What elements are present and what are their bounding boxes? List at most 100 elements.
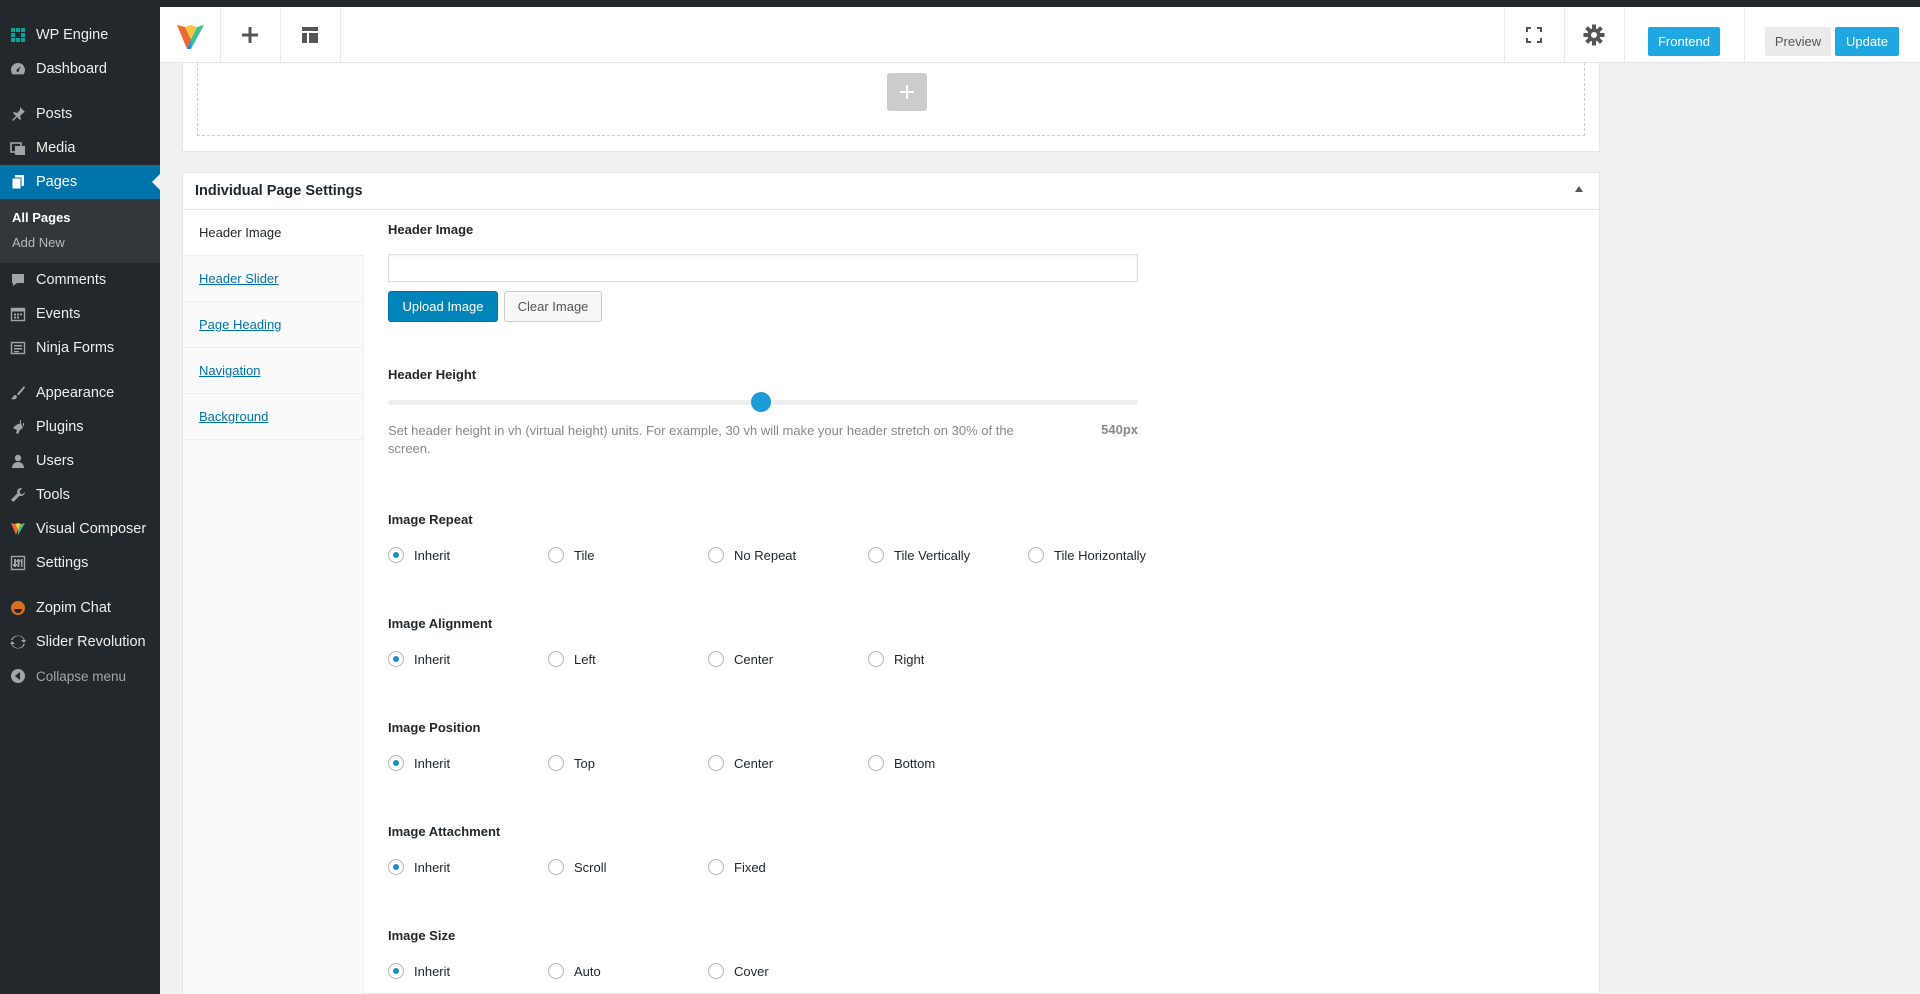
zopim-icon xyxy=(9,599,27,617)
fullscreen-button[interactable] xyxy=(1504,7,1564,63)
image-repeat-radio-tile-vertically[interactable]: Tile Vertically xyxy=(868,547,970,563)
radio-circle[interactable] xyxy=(708,859,724,875)
radio-label: Left xyxy=(574,651,596,667)
upload-image-button[interactable]: Upload Image xyxy=(388,291,498,322)
image-position-radio-center[interactable]: Center xyxy=(708,755,773,771)
comment-icon xyxy=(9,271,27,289)
header-height-hint: Set header height in vh (virtual height)… xyxy=(388,423,1014,456)
sidebar-item-label: Media xyxy=(36,140,76,156)
dashboard-icon xyxy=(9,60,27,78)
radio-circle[interactable] xyxy=(1028,547,1044,563)
radio-circle[interactable] xyxy=(708,963,724,979)
radio-circle[interactable] xyxy=(548,547,564,563)
image-position-radio-bottom[interactable]: Bottom xyxy=(868,755,935,771)
collapse-menu-button[interactable]: Collapse menu xyxy=(0,659,160,693)
image-alignment-radio-inherit[interactable]: Inherit xyxy=(388,651,450,667)
image-alignment-radio-right[interactable]: Right xyxy=(868,651,924,667)
plus-icon xyxy=(900,85,914,99)
radio-label: Top xyxy=(574,755,595,771)
tab-navigation[interactable]: Navigation xyxy=(183,348,363,394)
sidebar-item-plugins[interactable]: Plugins xyxy=(0,410,160,444)
image-alignment-radio-left[interactable]: Left xyxy=(548,651,596,667)
image-repeat-radio-tile[interactable]: Tile xyxy=(548,547,594,563)
collapse-menu-label: Collapse menu xyxy=(36,668,127,684)
sidebar-item-settings[interactable]: Settings xyxy=(0,546,160,580)
image-position-options: Inherit Top Center Bottom xyxy=(388,755,1288,775)
image-attachment-radio-fixed[interactable]: Fixed xyxy=(708,859,766,875)
radio-label: Inherit xyxy=(414,651,451,667)
update-button[interactable]: Update xyxy=(1835,27,1899,56)
sidebar-item-label: Dashboard xyxy=(36,61,107,77)
radio-circle[interactable] xyxy=(548,651,564,667)
templates-button[interactable] xyxy=(280,7,340,63)
radio-circle[interactable] xyxy=(708,755,724,771)
radio-circle[interactable] xyxy=(868,651,884,667)
sidebar-item-dashboard[interactable]: Dashboard xyxy=(0,52,160,86)
radio-circle[interactable] xyxy=(388,859,404,875)
vc-logo[interactable] xyxy=(160,7,220,63)
submenu-all-pages[interactable]: All Pages xyxy=(0,205,160,230)
page-settings-button[interactable] xyxy=(1564,7,1624,63)
radio-label: Inherit xyxy=(414,963,451,979)
image-repeat-radio-tile-horizontally[interactable]: Tile Horizontally xyxy=(1028,547,1146,563)
radio-label: Scroll xyxy=(574,859,607,875)
radio-circle[interactable] xyxy=(708,547,724,563)
image-repeat-radio-inherit[interactable]: Inherit xyxy=(388,547,450,563)
refresh-icon xyxy=(9,633,27,651)
image-size-radio-cover[interactable]: Cover xyxy=(708,963,769,979)
header-image-url-input[interactable] xyxy=(388,254,1138,282)
radio-circle[interactable] xyxy=(388,963,404,979)
add-element-button[interactable] xyxy=(220,7,280,63)
tab-header-image[interactable]: Header Image xyxy=(183,210,364,256)
settings-header: Individual Page Settings xyxy=(183,173,1599,210)
sidebar-item-tools[interactable]: Tools xyxy=(0,478,160,512)
submenu-add-new[interactable]: Add New xyxy=(0,230,160,255)
sidebar-item-media[interactable]: Media xyxy=(0,131,160,165)
add-element-placeholder-button[interactable] xyxy=(887,73,927,111)
sidebar-item-slider-revolution[interactable]: Slider Revolution xyxy=(0,625,160,659)
sidebar-item-ninja-forms[interactable]: Ninja Forms xyxy=(0,331,160,365)
radio-circle[interactable] xyxy=(548,963,564,979)
sidebar-item-comments[interactable]: Comments xyxy=(0,263,160,297)
sidebar-item-events[interactable]: Events xyxy=(0,297,160,331)
radio-circle[interactable] xyxy=(868,547,884,563)
image-attachment-radio-scroll[interactable]: Scroll xyxy=(548,859,607,875)
plus-icon xyxy=(242,27,258,43)
sidebar-item-pages[interactable]: Pages xyxy=(0,165,160,199)
radio-label: Auto xyxy=(574,963,601,979)
image-attachment-title: Image Attachment xyxy=(388,824,501,839)
radio-circle[interactable] xyxy=(708,651,724,667)
preview-button[interactable]: Preview xyxy=(1765,27,1831,56)
image-size-radio-inherit[interactable]: Inherit xyxy=(388,963,450,979)
image-alignment-radio-center[interactable]: Center xyxy=(708,651,773,667)
image-position-radio-top[interactable]: Top xyxy=(548,755,595,771)
sidebar-item-visual-composer[interactable]: Visual Composer xyxy=(0,512,160,546)
radio-circle[interactable] xyxy=(548,755,564,771)
radio-label: Right xyxy=(894,651,925,667)
tab-header-slider[interactable]: Header Slider xyxy=(183,256,363,302)
tab-page-heading[interactable]: Page Heading xyxy=(183,302,363,348)
sidebar-item-zopim-chat[interactable]: Zopim Chat xyxy=(0,591,160,625)
radio-circle[interactable] xyxy=(548,859,564,875)
radio-circle[interactable] xyxy=(388,547,404,563)
collapse-toggle-icon[interactable] xyxy=(1575,186,1583,192)
wrench-icon xyxy=(9,486,27,504)
tab-background[interactable]: Background xyxy=(183,394,363,440)
radio-circle[interactable] xyxy=(868,755,884,771)
settings-title: Individual Page Settings xyxy=(195,183,363,199)
radio-circle[interactable] xyxy=(388,755,404,771)
radio-circle[interactable] xyxy=(388,651,404,667)
visual-composer-logo-icon xyxy=(177,25,204,49)
image-size-radio-auto[interactable]: Auto xyxy=(548,963,601,979)
sidebar-item-posts[interactable]: Posts xyxy=(0,97,160,131)
image-repeat-radio-no-repeat[interactable]: No Repeat xyxy=(708,547,796,563)
sidebar-item-appearance[interactable]: Appearance xyxy=(0,376,160,410)
clear-image-button[interactable]: Clear Image xyxy=(504,291,602,322)
sidebar-item-users[interactable]: Users xyxy=(0,444,160,478)
frontend-button[interactable]: Frontend xyxy=(1648,27,1720,56)
header-height-slider-thumb[interactable] xyxy=(750,392,771,412)
image-position-radio-inherit[interactable]: Inherit xyxy=(388,755,450,771)
wp-engine-icon xyxy=(9,26,27,44)
sidebar-item-wp-engine[interactable]: WP Engine xyxy=(0,18,160,52)
image-attachment-radio-inherit[interactable]: Inherit xyxy=(388,859,450,875)
